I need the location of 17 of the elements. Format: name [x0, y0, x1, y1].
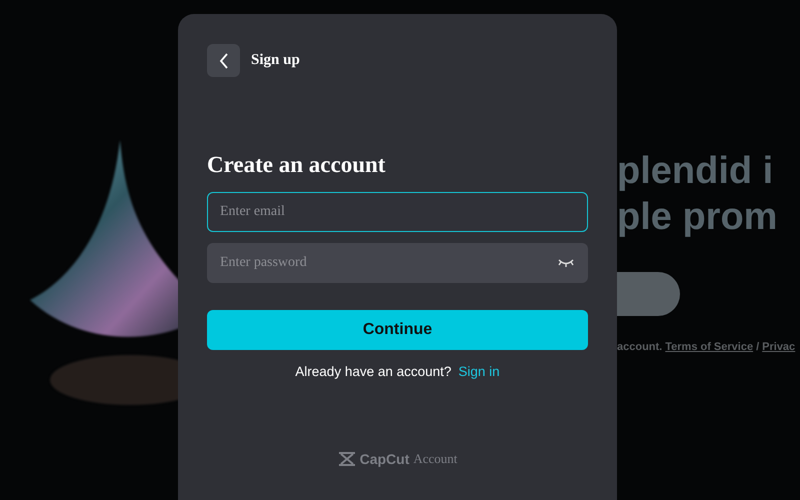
- chevron-left-icon: [218, 52, 228, 68]
- eye-closed-icon[interactable]: [558, 258, 574, 268]
- brand-suffix: Account: [413, 451, 458, 467]
- signin-link[interactable]: Sign in: [458, 364, 500, 379]
- input-field[interactable]: Enter password: [207, 243, 588, 283]
- input-field[interactable]: Enter email: [207, 192, 588, 232]
- back-button[interactable]: [207, 44, 240, 77]
- separator-text: /: [756, 341, 760, 353]
- brand-name: CapCut: [360, 451, 410, 467]
- signin-prompt: Already have an account?: [295, 364, 452, 379]
- headline-text: ple prom: [617, 195, 778, 240]
- continue-button[interactable]: Continue: [207, 310, 588, 350]
- logo-icon: [338, 452, 356, 466]
- headline-text: plendid i: [617, 149, 774, 194]
- heading: Create an account: [207, 152, 386, 178]
- dialog-title: Sign up: [251, 52, 300, 69]
- footer-text: account.: [617, 341, 662, 353]
